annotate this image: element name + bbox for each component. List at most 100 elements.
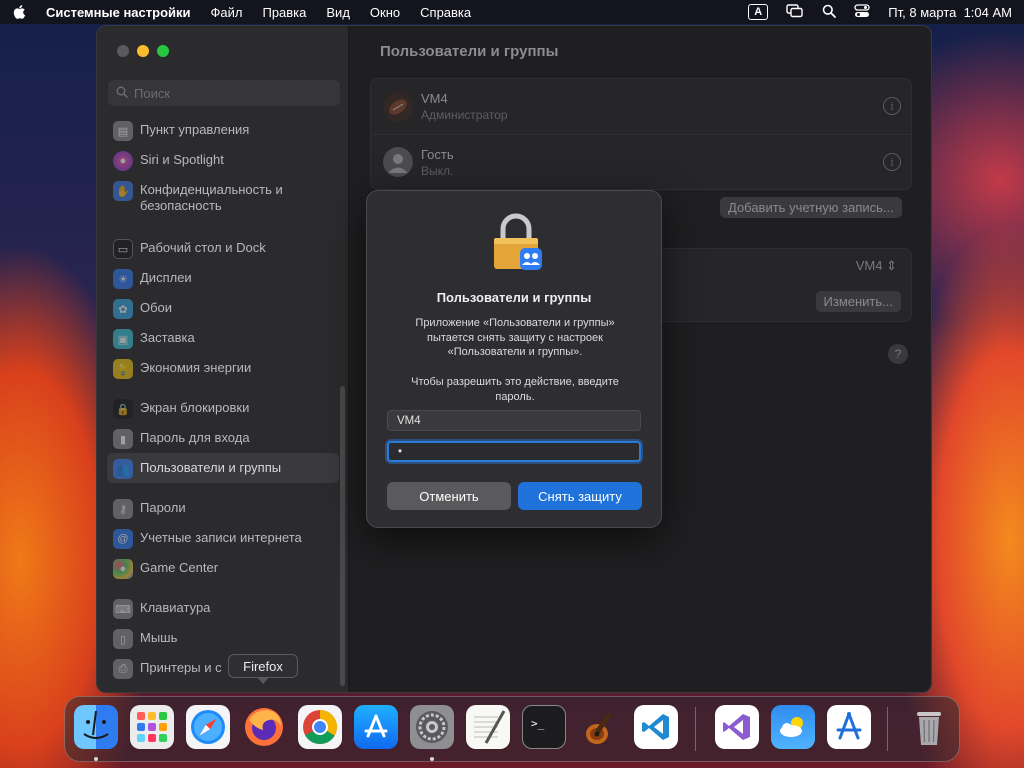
sidebar-search[interactable] [108,80,340,106]
sidebar-item-privacy-security[interactable]: ✋ Конфиденциальность и безопасность [107,175,339,223]
guest-avatar [383,147,413,177]
trash-icon[interactable] [907,705,951,749]
zoom-button[interactable] [157,45,169,57]
sidebar-item-label: Пароль для входа [140,430,250,445]
users-groups-icon: 👥 [113,459,133,479]
sidebar-item-siri-spotlight[interactable]: ● Siri и Spotlight [107,145,339,175]
menu-view[interactable]: Вид [326,5,350,20]
dock: >_ [64,696,960,762]
system-settings-icon[interactable] [410,705,454,749]
launchpad-icon[interactable] [130,705,174,749]
siri-icon: ● [113,151,133,171]
football-avatar [383,91,413,122]
sidebar-item-label: Siri и Spotlight [140,152,224,167]
menu-file[interactable]: Файл [211,5,243,20]
safari-icon[interactable] [186,705,230,749]
sidebar-item-label: Game Center [140,560,219,575]
sidebar-item-users-groups[interactable]: 👥 Пользователи и группы [107,453,339,483]
dock-tooltip: Firefox [228,654,298,684]
help-button[interactable]: ? [888,344,908,364]
screensaver-icon: ▣ [113,329,133,349]
game-center-icon: ● [113,559,133,579]
sidebar-item-label: Принтеры и с [140,660,222,675]
weather-icon[interactable] [771,705,815,749]
finder-icon[interactable] [74,705,118,749]
menu-clock[interactable]: Пт, 8 марта 1:04 AM [888,5,1012,20]
sidebar-item-internet-accounts[interactable]: @ Учетные записи интернета [107,523,339,553]
sidebar-item-keyboard[interactable]: ⌨ Клавиатура [107,593,339,623]
display-icon: ☀ [113,269,133,289]
sidebar-item-mouse[interactable]: ▯ Мышь [107,623,339,653]
close-button[interactable] [117,45,129,57]
svg-text:>_: >_ [531,717,545,730]
menu-app-name[interactable]: Системные настройки [46,5,191,20]
hand-icon: ✋ [113,181,133,201]
user-row-guest[interactable]: Гость Выкл. i [371,134,911,189]
lock-icon [494,213,542,270]
app-store-icon[interactable] [354,705,398,749]
chrome-icon[interactable] [298,705,342,749]
sidebar-item-label: Пользователи и группы [140,460,282,475]
running-indicator [94,757,98,761]
minimize-button[interactable] [137,45,149,57]
sidebar-item-label: Экономия энергии [140,360,252,375]
search-input[interactable] [134,85,324,101]
menu-help[interactable]: Справка [420,5,471,20]
garageband-icon[interactable] [578,705,622,749]
cancel-button[interactable]: Отменить [387,482,511,510]
autologin-select[interactable]: VM4 ⇕ [856,258,897,274]
autologin-value: VM4 [855,258,883,273]
screen-mirroring-icon[interactable] [786,3,804,21]
keyboard-icon: ⌨ [113,599,133,619]
sidebar-item-wallpaper[interactable]: ✿ Обои [107,293,339,323]
menu-bar: Системные настройки Файл Правка Вид Окно… [0,0,1024,24]
dialog-title: Пользователи и группы [436,290,592,305]
sidebar-item-control-center[interactable]: ▤ Пункт управления [107,115,339,145]
firefox-icon[interactable] [242,705,286,749]
sidebar-item-desktop-dock[interactable]: ▭ Рабочий стол и Dock [107,233,339,263]
sidebar-item-screensaver[interactable]: ▣ Заставка [107,323,339,353]
sidebar-item-label: Рабочий стол и Dock [140,240,266,255]
sidebar-item-passwords[interactable]: ⚷ Пароли [107,493,339,523]
sidebar-item-game-center[interactable]: ● Game Center [107,553,339,583]
search-icon [116,86,128,101]
menu-window[interactable]: Окно [370,5,400,20]
page-title: Пользователи и группы [380,43,559,60]
apple-menu-icon[interactable] [12,4,28,20]
sidebar-item-label: Экран блокировки [140,400,250,415]
unlock-button[interactable]: Снять защиту [518,482,642,510]
menu-edit[interactable]: Правка [262,5,306,20]
add-account-button[interactable]: Добавить учетную запись... [720,197,902,218]
window-controls [117,45,169,57]
auth-dialog: Пользователи и группы Приложение «Пользо… [366,190,662,528]
sidebar-item-label: Заставка [140,330,195,345]
info-icon[interactable]: i [883,153,901,171]
sidebar: ▤ Пункт управления ● Siri и Spotlight ✋ … [97,26,349,692]
dialog-instruction: Чтобы разрешить это действие, введите па… [411,376,619,403]
sidebar-item-displays[interactable]: ☀ Дисплеи [107,263,339,293]
spotlight-search-icon[interactable] [822,4,837,21]
visual-studio-icon[interactable] [715,705,759,749]
vscode-icon[interactable] [634,705,678,749]
username-field[interactable] [387,410,641,431]
control-center-icon[interactable] [854,3,870,21]
sidebar-scrollbar[interactable] [340,386,345,686]
input-source-indicator[interactable]: A [748,4,769,20]
users-list: VM4 Администратор i Гость Выкл. i [370,78,912,190]
sidebar-item-label: Клавиатура [140,600,211,615]
user-row-admin[interactable]: VM4 Администратор i [371,79,911,134]
login-password-icon: ▮ [113,429,133,449]
running-indicator [430,757,434,761]
textedit-icon[interactable] [466,705,510,749]
at-icon: @ [113,529,133,549]
password-field[interactable] [387,441,641,462]
sidebar-item-printers[interactable]: ⎙ Принтеры и с [107,653,339,683]
terminal-icon[interactable]: >_ [522,705,566,749]
sidebar-item-label: Конфиденциальность и безопасность [140,182,283,213]
sidebar-item-login-password[interactable]: ▮ Пароль для входа [107,423,339,453]
info-icon[interactable]: i [883,97,901,115]
change-button[interactable]: Изменить... [815,291,901,312]
sidebar-item-lock-screen[interactable]: 🔒 Экран блокировки [107,393,339,423]
instruments-icon[interactable] [827,705,871,749]
sidebar-item-energy[interactable]: 💡 Экономия энергии [107,353,339,383]
